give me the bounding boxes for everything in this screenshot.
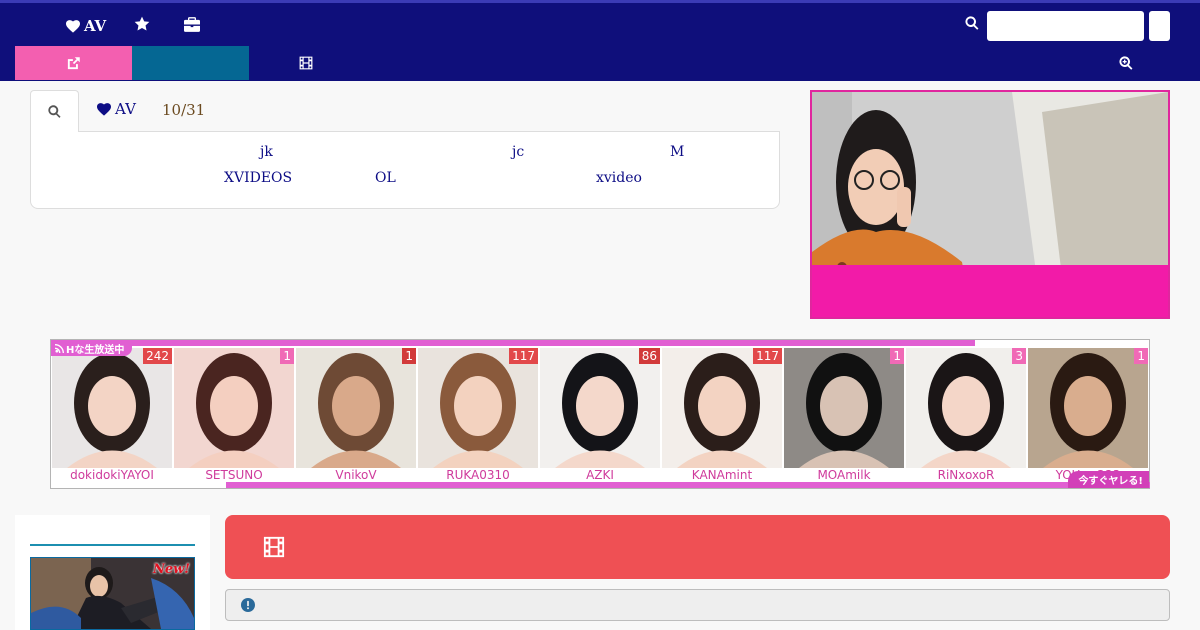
subtab-videos[interactable] xyxy=(290,46,322,80)
performer-viewer-count: 86 xyxy=(638,348,660,364)
search-icon xyxy=(48,105,61,118)
film-icon xyxy=(299,56,313,70)
share-icon xyxy=(67,56,80,69)
notice-bar xyxy=(225,589,1170,621)
keyword-link[interactable]: XVIDEOS xyxy=(224,170,292,186)
performer-thumbnail xyxy=(662,348,782,468)
live-strip-top-bar xyxy=(51,340,975,346)
performer-card[interactable]: 1 VnikoV xyxy=(296,348,416,484)
performer-name: RUKA0310 xyxy=(446,468,510,482)
performer-thumbnail xyxy=(1028,348,1148,468)
performer-name: RiNxoxoR xyxy=(937,468,995,482)
keyword-link[interactable]: xvideo xyxy=(596,170,642,186)
heart-icon xyxy=(66,19,80,33)
live-strip: Hな生放送中 242 dokidokiYAYOI 1 SETSUNO 1 VnikoV 11… xyxy=(50,339,1150,489)
performer-name: KANAmint xyxy=(691,468,753,482)
search-icon[interactable] xyxy=(964,15,980,31)
subtab-share[interactable] xyxy=(15,46,132,80)
performer-thumbnail xyxy=(418,348,538,468)
performer-card[interactable]: 1YOUppQ23 xyxy=(1028,348,1148,484)
heart-icon xyxy=(97,102,111,116)
live-cta-label: 今すぐヤレる! xyxy=(1078,476,1143,487)
performer-thumbnail xyxy=(906,348,1026,468)
performer-name: MOAmilk xyxy=(817,468,871,482)
sidebar-ad[interactable]: New! xyxy=(30,557,195,630)
star-icon xyxy=(134,16,150,31)
nav-favorites[interactable] xyxy=(134,16,150,32)
sidebar-divider xyxy=(30,544,195,546)
performer-card[interactable]: 3 RiNxoxoR xyxy=(906,348,1026,484)
performer-card[interactable]: 86 AZKI xyxy=(540,348,660,484)
performer-name: VnikoV xyxy=(335,468,377,482)
performer-name: dokidokiYAYOI xyxy=(70,468,154,482)
live-badge-label: Hな生放送中 xyxy=(66,344,125,356)
live-strip-bottom-bar xyxy=(226,482,1150,488)
search-input[interactable] xyxy=(987,11,1144,41)
keyword-link[interactable]: M xyxy=(670,144,684,160)
performer-thumbnail xyxy=(540,348,660,468)
nav-work[interactable] xyxy=(184,17,200,32)
subtab-category[interactable] xyxy=(132,46,249,80)
featured-ad[interactable] xyxy=(810,90,1170,319)
tab-av[interactable]: AV xyxy=(97,100,136,118)
keyword-link[interactable]: jk xyxy=(260,144,273,160)
sidebar: New! xyxy=(15,515,210,630)
performer-viewer-count: 1 xyxy=(280,348,294,364)
live-badge: Hな生放送中 xyxy=(51,340,133,356)
performer-thumbnail xyxy=(784,348,904,468)
performer-thumbnail xyxy=(296,348,416,468)
performer-card[interactable]: 1 SETSUNO xyxy=(174,348,294,484)
exclamation-circle-icon xyxy=(241,598,255,612)
sidebar-ad-new-badge: New! xyxy=(152,562,190,577)
tab-date: 10/31 xyxy=(162,101,206,119)
keyword-link[interactable]: OL xyxy=(375,170,396,186)
performer-card[interactable]: 117 KANAmint xyxy=(662,348,782,484)
broadcast-icon xyxy=(55,343,64,353)
keyword-link[interactable]: jc xyxy=(512,144,524,160)
tab-av-label: AV xyxy=(115,100,136,118)
performer-viewer-count: 242 xyxy=(143,348,172,364)
performer-card[interactable]: 1 MOAmilk xyxy=(784,348,904,484)
performer-viewer-count: 1 xyxy=(890,348,904,364)
performer-viewer-count: 1 xyxy=(402,348,416,364)
keyword-panel: jk jc M XVIDEOS OL xvideo xyxy=(30,131,780,209)
performer-name: AZKI xyxy=(586,468,614,482)
nav-av-label: AV xyxy=(84,17,107,35)
subtab-zoom[interactable] xyxy=(1110,46,1142,80)
film-icon xyxy=(263,536,285,558)
video-banner xyxy=(225,515,1170,579)
nav-av[interactable]: AV xyxy=(66,17,106,35)
performer-viewer-count: 3 xyxy=(1012,348,1026,364)
tab-search[interactable] xyxy=(30,90,79,132)
top-navbar: AV xyxy=(0,0,1200,81)
performer-thumbnail xyxy=(52,348,172,468)
performer-thumbnail xyxy=(174,348,294,468)
featured-ad-band xyxy=(812,265,1168,317)
zoom-in-icon xyxy=(1119,56,1133,70)
performer-viewer-count: 1 xyxy=(1134,348,1148,364)
performer-viewer-count: 117 xyxy=(753,348,782,364)
live-cta-button[interactable]: 今すぐヤレる! xyxy=(1068,471,1149,488)
performer-name: SETSUNO xyxy=(205,468,263,482)
search-button[interactable] xyxy=(1149,11,1170,41)
performer-card[interactable]: 117 RUKA0310 xyxy=(418,348,538,484)
performer-viewer-count: 117 xyxy=(509,348,538,364)
performer-card[interactable]: 242 dokidokiYAYOI xyxy=(52,348,172,484)
briefcase-icon xyxy=(184,17,200,32)
